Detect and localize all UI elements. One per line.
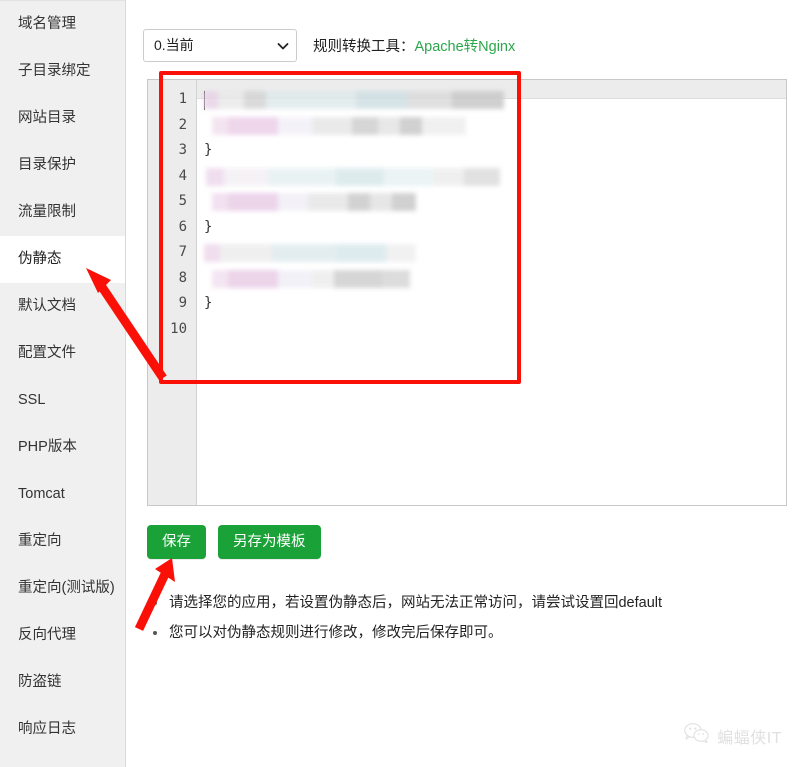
note-text: 您可以对伪静态规则进行修改，修改完后保存即可。 bbox=[169, 625, 503, 641]
toolbar: 0.当前 规则转换工具： Apache转Nginx bbox=[143, 29, 515, 62]
note-text: 请选择您的应用，若设置伪静态后，网站无法正常访问，请尝试设置回default bbox=[169, 595, 663, 611]
sidebar-item-label: 默认文档 bbox=[18, 298, 76, 314]
sidebar-item-label: PHP版本 bbox=[18, 439, 77, 455]
sidebar-item-label: 响应日志 bbox=[18, 721, 76, 737]
editor-code-area[interactable]: } }} bbox=[198, 80, 786, 505]
sidebar-item-11[interactable]: 重定向 bbox=[0, 518, 125, 565]
sidebar-item-15[interactable]: 响应日志 bbox=[0, 706, 125, 753]
sidebar-item-1[interactable]: 子目录绑定 bbox=[0, 48, 125, 95]
page-root: 域名管理 子目录绑定 网站目录 目录保护 流量限制 伪静态 默认文档 配置文件 … bbox=[0, 0, 800, 767]
redacted-code-7 bbox=[204, 244, 416, 262]
sidebar-item-label: 目录保护 bbox=[18, 157, 76, 173]
code-line-9[interactable]: } bbox=[198, 291, 786, 317]
apache-to-nginx-link[interactable]: Apache转Nginx bbox=[415, 35, 516, 56]
sidebar-item-label: 防盗链 bbox=[18, 674, 62, 690]
sidebar-item-label: 重定向(测试版) bbox=[18, 580, 115, 596]
sidebar-item-label: 网站目录 bbox=[18, 110, 76, 126]
watermark-text: 蝙蝠侠IT bbox=[717, 729, 782, 747]
rewrite-rules-editor[interactable]: 1 2 3 4 5 6 7 8 9 10}}} bbox=[147, 79, 787, 506]
redacted-code-5 bbox=[212, 193, 422, 211]
code-line-1[interactable] bbox=[198, 87, 786, 113]
main-panel: 0.当前 规则转换工具： Apache转Nginx 1 2 3 4 5 6 7 … bbox=[126, 0, 800, 767]
sidebar-item-6[interactable]: 默认文档 bbox=[0, 283, 125, 330]
line-number: 7 bbox=[178, 244, 187, 260]
redacted-code-4 bbox=[206, 167, 500, 186]
sidebar: 域名管理 子目录绑定 网站目录 目录保护 流量限制 伪静态 默认文档 配置文件 … bbox=[0, 0, 126, 767]
help-notes: 请选择您的应用，若设置伪静态后，网站无法正常访问，请尝试设置回default 您… bbox=[147, 588, 767, 648]
sidebar-item-label: 反向代理 bbox=[18, 627, 76, 643]
save-as-template-button[interactable]: 另存为模板 bbox=[218, 525, 321, 559]
sidebar-item-label: 重定向 bbox=[18, 533, 62, 549]
code-line-5[interactable] bbox=[198, 189, 786, 215]
sidebar-item-2[interactable]: 网站目录 bbox=[0, 95, 125, 142]
note-item: 您可以对伪静态规则进行修改，修改完后保存即可。 bbox=[147, 618, 767, 648]
sidebar-item-0[interactable]: 域名管理 bbox=[0, 1, 125, 48]
save-button[interactable]: 保存 bbox=[147, 525, 206, 559]
line-number: 9 bbox=[178, 295, 187, 311]
line-number: 8 bbox=[178, 269, 187, 286]
sidebar-item-5[interactable]: 伪静态 bbox=[0, 236, 125, 283]
line-number: 2 bbox=[178, 116, 187, 133]
code-line-6[interactable]: } bbox=[198, 215, 786, 241]
wechat-icon bbox=[684, 722, 710, 749]
editor-actions: 保存 另存为模板 bbox=[147, 525, 321, 559]
redacted-code-1 bbox=[204, 91, 504, 109]
app-select[interactable]: 0.当前 bbox=[143, 29, 297, 62]
code-line-2[interactable] bbox=[198, 113, 786, 139]
code-line-text: } bbox=[204, 142, 213, 158]
sidebar-item-label: Tomcat bbox=[18, 486, 65, 502]
sidebar-item-10[interactable]: Tomcat bbox=[0, 471, 125, 518]
app-select-wrapper: 0.当前 bbox=[143, 29, 297, 62]
sidebar-item-label: 域名管理 bbox=[18, 16, 76, 32]
sidebar-item-12[interactable]: 重定向(测试版) bbox=[0, 565, 125, 612]
code-line-4[interactable] bbox=[198, 164, 786, 190]
line-number: 4 bbox=[178, 167, 187, 184]
line-number: 6 bbox=[178, 218, 187, 235]
watermark: 蝙蝠侠IT bbox=[684, 722, 782, 749]
line-number: 10 bbox=[170, 320, 187, 337]
sidebar-item-9[interactable]: PHP版本 bbox=[0, 424, 125, 471]
line-number: 5 bbox=[178, 193, 187, 209]
sidebar-item-14[interactable]: 防盗链 bbox=[0, 659, 125, 706]
sidebar-item-label: 配置文件 bbox=[18, 345, 76, 361]
code-line-8[interactable] bbox=[198, 266, 786, 292]
code-line-10[interactable] bbox=[198, 317, 786, 343]
code-line-7[interactable] bbox=[198, 240, 786, 266]
code-line-3[interactable]: } bbox=[198, 138, 786, 164]
bullet-icon bbox=[153, 601, 157, 605]
redacted-code-8 bbox=[212, 269, 410, 288]
sidebar-item-4[interactable]: 流量限制 bbox=[0, 189, 125, 236]
sidebar-item-3[interactable]: 目录保护 bbox=[0, 142, 125, 189]
redacted-code-2 bbox=[212, 116, 472, 135]
sidebar-item-8[interactable]: SSL bbox=[0, 377, 125, 424]
sidebar-item-13[interactable]: 反向代理 bbox=[0, 612, 125, 659]
converter-label: 规则转换工具： bbox=[313, 39, 415, 55]
bullet-icon bbox=[153, 631, 157, 635]
editor-line-number-gutter: 1 2 3 4 5 6 7 8 9 10 bbox=[148, 80, 197, 505]
sidebar-item-label: 伪静态 bbox=[18, 251, 62, 267]
note-item: 请选择您的应用，若设置伪静态后，网站无法正常访问，请尝试设置回default bbox=[147, 588, 767, 618]
sidebar-item-7[interactable]: 配置文件 bbox=[0, 330, 125, 377]
sidebar-item-label: 子目录绑定 bbox=[18, 63, 91, 79]
sidebar-item-label: 流量限制 bbox=[18, 204, 76, 220]
code-line-text: } bbox=[204, 218, 213, 235]
line-number: 3 bbox=[178, 142, 187, 158]
code-line-text: } bbox=[204, 295, 213, 311]
line-number: 1 bbox=[178, 91, 187, 107]
sidebar-item-label: SSL bbox=[18, 392, 46, 408]
